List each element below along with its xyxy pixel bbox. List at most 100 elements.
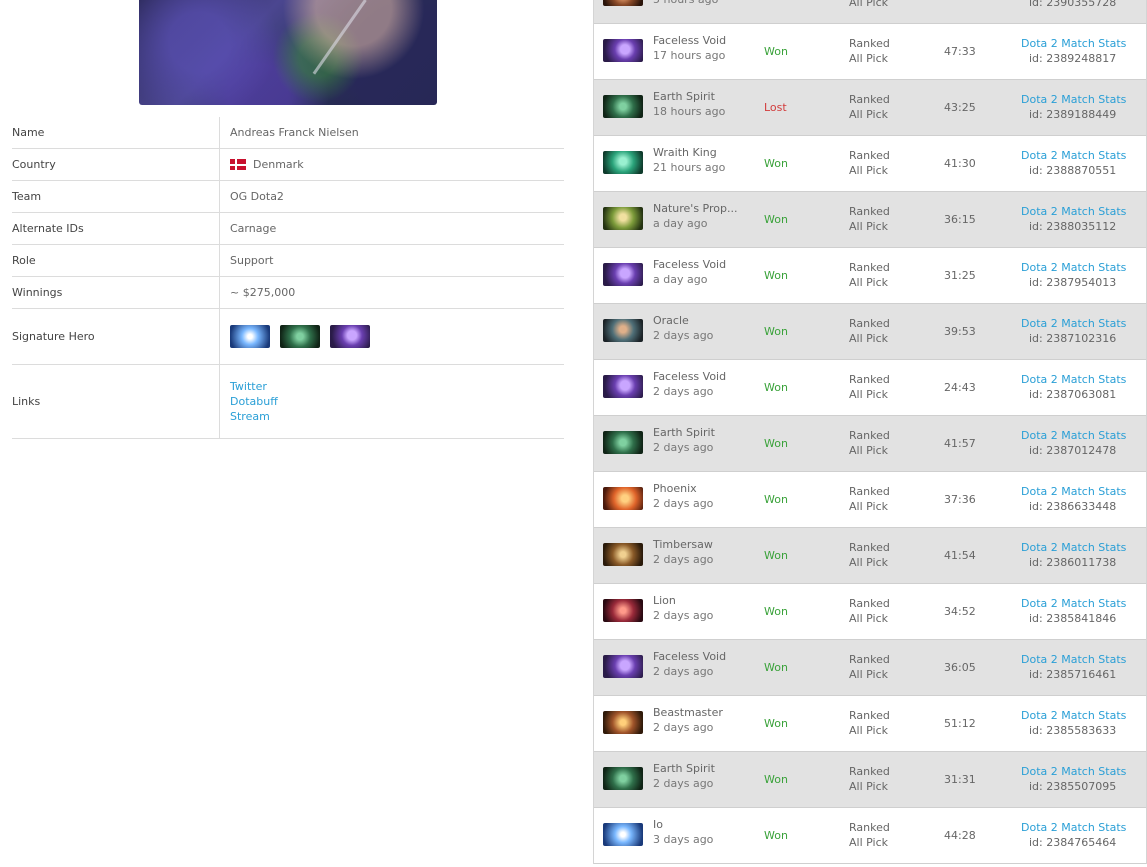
match-id: id: 2387063081 xyxy=(1029,388,1117,401)
match-result: Won xyxy=(764,269,788,282)
lobby-type: Ranked xyxy=(849,261,890,274)
match-id: id: 2385507095 xyxy=(1029,780,1117,793)
hero-portrait-icon xyxy=(603,207,643,230)
match-stats-link[interactable]: Dota 2 Match Stats xyxy=(1021,821,1126,834)
info-key: Winnings xyxy=(12,277,220,308)
match-stats-link[interactable]: Dota 2 Match Stats xyxy=(1021,205,1126,218)
match-row[interactable]: Faceless Void 2 days ago Won Ranked All Pick… xyxy=(594,640,1146,696)
match-row[interactable]: Oracle 2 days ago Won Ranked All Pick 39:53 Do… xyxy=(594,304,1146,360)
match-stats-link[interactable]: Dota 2 Match Stats xyxy=(1021,765,1126,778)
match-result: Won xyxy=(764,437,788,450)
match-duration: 31:31 xyxy=(944,773,976,786)
match-duration: 47:33 xyxy=(944,45,976,58)
match-row[interactable]: Lion 2 days ago Won Ranked All Pick 34:52 Dota… xyxy=(594,584,1146,640)
hero-name: Faceless Void xyxy=(653,650,727,663)
match-duration: 37:36 xyxy=(944,493,976,506)
match-stats-link[interactable]: Dota 2 Match Stats xyxy=(1021,653,1126,666)
match-row[interactable]: Timbersaw 2 days ago Won Ranked All Pick 41:5… xyxy=(594,528,1146,584)
match-time: 2 days ago xyxy=(653,609,714,622)
match-duration: 43:25 xyxy=(944,101,976,114)
faceless-void-icon[interactable] xyxy=(330,325,370,348)
match-row[interactable]: Earth Spirit 2 days ago Won Ranked All Pick 4… xyxy=(594,416,1146,472)
lobby-type: Ranked xyxy=(849,541,890,554)
hero-portrait-icon xyxy=(603,655,643,678)
match-id: id: 2387012478 xyxy=(1029,444,1117,457)
match-duration: 41:57 xyxy=(944,437,976,450)
game-mode: All Pick xyxy=(849,108,888,121)
earth-spirit-icon[interactable] xyxy=(280,325,320,348)
match-row[interactable]: Wraith King 21 hours ago Won Ranked All Pick… xyxy=(594,136,1146,192)
match-stats-link[interactable]: Dota 2 Match Stats xyxy=(1021,149,1126,162)
match-id: id: 2384765464 xyxy=(1029,836,1117,849)
match-id: id: 2390355728 xyxy=(1029,0,1117,9)
stream-link[interactable]: Stream xyxy=(230,410,270,423)
hero-name: Wraith King xyxy=(653,146,717,159)
match-stats-link[interactable]: Dota 2 Match Stats xyxy=(1021,93,1126,106)
match-id: id: 2385716461 xyxy=(1029,668,1117,681)
match-id: id: 2385583633 xyxy=(1029,724,1117,737)
game-mode: All Pick xyxy=(849,444,888,457)
match-stats-link[interactable]: Dota 2 Match Stats xyxy=(1021,541,1126,554)
info-key: Role xyxy=(12,245,220,276)
game-mode: All Pick xyxy=(849,556,888,569)
lobby-type: Ranked xyxy=(849,653,890,666)
info-row-winnings: Winnings ~ $275,000 xyxy=(12,277,564,309)
info-value-country: Denmark xyxy=(220,149,304,180)
match-result: Won xyxy=(764,829,788,842)
info-key: Links xyxy=(12,365,220,438)
dotabuff-link[interactable]: Dotabuff xyxy=(230,395,278,408)
hero-name: Earth Spirit xyxy=(653,426,715,439)
hero-portrait-icon xyxy=(603,0,643,6)
match-row[interactable]: Io 3 days ago Won Ranked All Pick 44:28 Dota 2… xyxy=(594,808,1146,864)
hero-name: Timbersaw xyxy=(653,538,713,551)
match-duration: 44:28 xyxy=(944,829,976,842)
game-mode: All Pick xyxy=(849,164,888,177)
player-info-table: Name Andreas Franck Nielsen Country Denm… xyxy=(12,117,564,439)
match-id: id: 2386011738 xyxy=(1029,556,1117,569)
match-row[interactable]: Nature's Prop... a day ago Won Ranked All Pi… xyxy=(594,192,1146,248)
match-result: Won xyxy=(764,381,788,394)
lobby-type: Ranked xyxy=(849,373,890,386)
twitter-link[interactable]: Twitter xyxy=(230,380,267,393)
match-duration: 41:54 xyxy=(944,549,976,562)
match-row[interactable]: Faceless Void a day ago Won Ranked All Pick 3… xyxy=(594,248,1146,304)
match-result: Won xyxy=(764,325,788,338)
match-stats-link[interactable]: Dota 2 Match Stats xyxy=(1021,709,1126,722)
match-row[interactable]: Earth Spirit 18 hours ago Lost Ranked All Pi… xyxy=(594,80,1146,136)
lobby-type: Ranked xyxy=(849,93,890,106)
match-row[interactable]: Earth Spirit 2 days ago Won Ranked All Pick 3… xyxy=(594,752,1146,808)
info-row-country: Country Denmark xyxy=(12,149,564,181)
lobby-type: Ranked xyxy=(849,37,890,50)
match-stats-link[interactable]: Dota 2 Match Stats xyxy=(1021,317,1126,330)
match-duration: 41:30 xyxy=(944,157,976,170)
info-row-team: Team OG Dota2 xyxy=(12,181,564,213)
match-duration: 36:05 xyxy=(944,661,976,674)
match-stats-link[interactable]: Dota 2 Match Stats xyxy=(1021,261,1126,274)
match-row[interactable]: Beastmaster 2 days ago Won Ranked All Pick 51… xyxy=(594,696,1146,752)
match-stats-link[interactable]: Dota 2 Match Stats xyxy=(1021,37,1126,50)
info-row-alternate-ids: Alternate IDs Carnage xyxy=(12,213,564,245)
match-row[interactable]: 5 hours ago All Pick id: 2390355728 xyxy=(594,0,1146,24)
game-mode: All Pick xyxy=(849,612,888,625)
match-row[interactable]: Faceless Void 17 hours ago Won Ranked All Pi… xyxy=(594,24,1146,80)
info-key: Signature Hero xyxy=(12,309,220,364)
links-list: Twitter Dotabuff Stream xyxy=(220,365,278,438)
match-stats-link[interactable]: Dota 2 Match Stats xyxy=(1021,597,1126,610)
game-mode: All Pick xyxy=(849,780,888,793)
match-stats-link[interactable]: Dota 2 Match Stats xyxy=(1021,485,1126,498)
hero-portrait-icon xyxy=(603,39,643,62)
match-id: id: 2387102316 xyxy=(1029,332,1117,345)
io-icon[interactable] xyxy=(230,325,270,348)
hero-name: Earth Spirit xyxy=(653,90,715,103)
match-row[interactable]: Faceless Void 2 days ago Won Ranked All Pick… xyxy=(594,360,1146,416)
match-row[interactable]: Phoenix 2 days ago Won Ranked All Pick 37:36 D… xyxy=(594,472,1146,528)
match-stats-link[interactable]: Dota 2 Match Stats xyxy=(1021,373,1126,386)
info-value: Support xyxy=(230,254,274,267)
match-time: 2 days ago xyxy=(653,665,714,678)
info-value: Carnage xyxy=(230,222,277,235)
hero-portrait-icon xyxy=(603,711,643,734)
match-stats-link[interactable]: Dota 2 Match Stats xyxy=(1021,429,1126,442)
hero-name: Io xyxy=(653,818,663,831)
lobby-type: Ranked xyxy=(849,149,890,162)
hero-name: Faceless Void xyxy=(653,370,727,383)
